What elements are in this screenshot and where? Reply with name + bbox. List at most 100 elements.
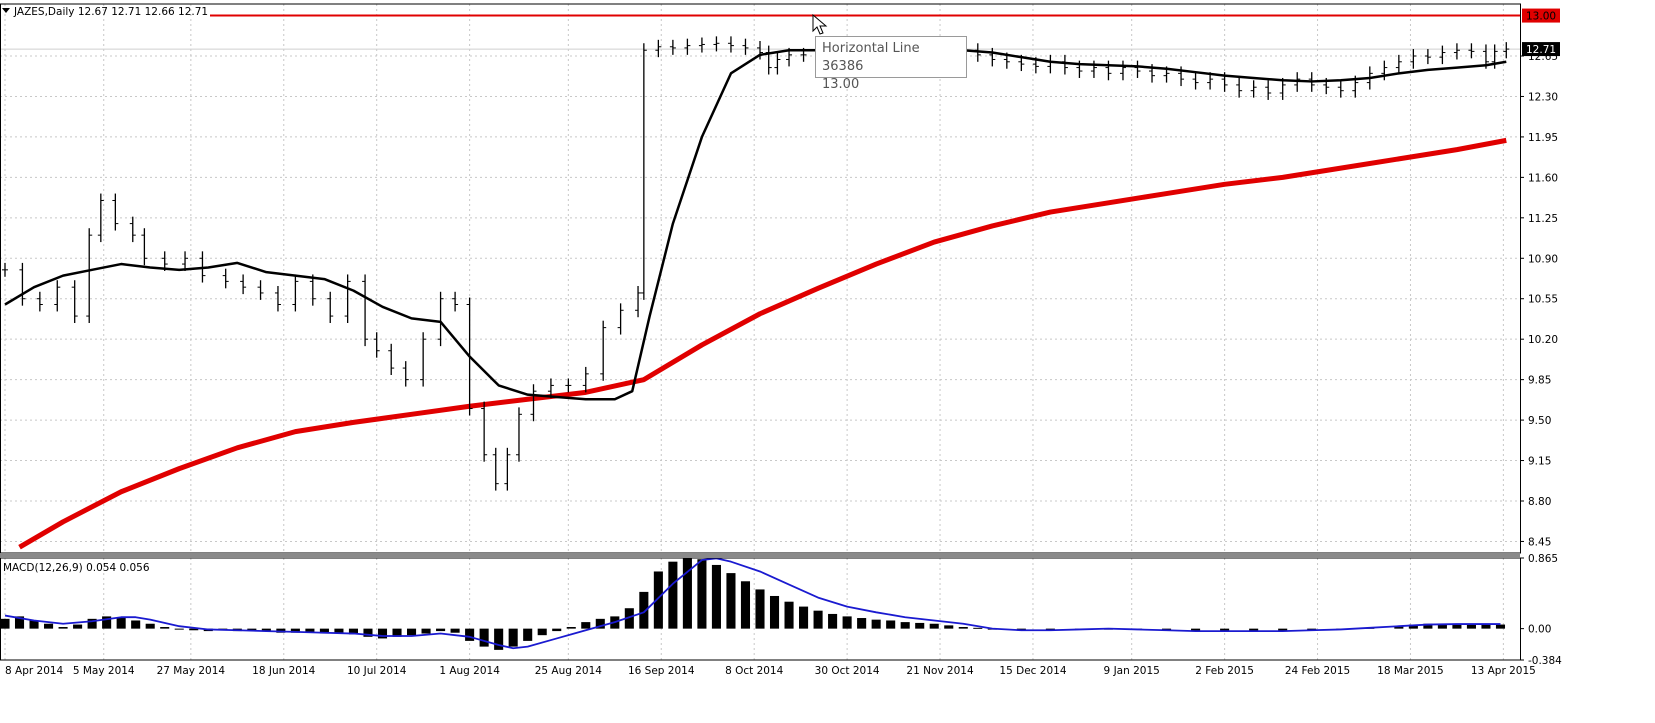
macd-histogram-bar: [726, 573, 736, 629]
tooltip-value: 13.00: [822, 77, 860, 92]
y-tick-label: 10.55: [1528, 294, 1558, 306]
axes: 8 Apr 2014 5 May 2014 27 May 2014 18 Jun 20…: [0, 3, 1562, 677]
macd-histogram-bar: [1495, 624, 1506, 629]
macd-histogram-bar: [116, 617, 126, 629]
sma-fast-line: [4, 46, 1507, 401]
macd-histogram-bar: [697, 559, 707, 629]
macd-histogram-bar: [958, 627, 968, 629]
macd-histogram-bar: [465, 628, 475, 641]
y-tick-label: 12.30: [1528, 91, 1558, 103]
mouse-cursor-icon: [812, 14, 828, 35]
macd-histogram-bar: [334, 628, 344, 633]
macd-histogram-bar: [407, 628, 417, 636]
current-price-label: 12.71: [1526, 44, 1556, 56]
y-tick-label: 9.85: [1528, 375, 1551, 387]
macd-histogram-bar: [900, 622, 910, 629]
macd-histogram-bar: [1481, 624, 1491, 629]
sma-slow-layer: [18, 137, 1507, 550]
macd-histogram-bar: [915, 622, 925, 629]
macd-histogram-bar: [377, 628, 388, 639]
macd-histogram-bar: [494, 628, 504, 650]
macd-histogram-bar: [0, 618, 10, 629]
x-tick-label: 27 May 2014: [157, 665, 226, 677]
y-tick-label: 10.20: [1528, 334, 1558, 346]
x-tick-label: 30 Oct 2014: [815, 665, 880, 677]
x-tick-label: 25 Aug 2014: [535, 665, 603, 677]
macd-histogram-bar: [842, 616, 852, 629]
x-tick-label: 8 Oct 2014: [725, 665, 784, 677]
macd-histogram-bar: [44, 623, 54, 629]
y-tick-label: 10.90: [1528, 253, 1558, 265]
macd-histogram-bar: [944, 625, 954, 629]
horizontal-line-price-label: 13.00: [1526, 11, 1556, 23]
macd-y-tick-label: -0.384: [1528, 655, 1562, 667]
macd-histogram-bar: [886, 620, 896, 629]
macd-histogram-bar: [436, 628, 446, 632]
sma-slow-line: [18, 137, 1507, 550]
macd-signal-line: [4, 557, 1501, 650]
y-tick-label: 11.25: [1528, 213, 1558, 225]
macd-y-tick-label: 0.00: [1528, 624, 1551, 636]
sma-fast-layer: [4, 46, 1507, 401]
x-tick-label: 2 Feb 2015: [1195, 665, 1254, 677]
macd-histogram-bar: [929, 623, 939, 629]
x-tick-label: 15 Dec 2014: [999, 665, 1066, 677]
chart-title: JAZES,Daily 12.67 12.71 12.66 12.71: [13, 6, 208, 18]
macd-histogram-bar: [828, 613, 838, 629]
main-plot-frame: [0, 3, 1521, 554]
x-tick-label: 8 Apr 2014: [5, 665, 64, 677]
x-tick-label: 9 Jan 2015: [1104, 665, 1160, 677]
macd-histogram-bar: [711, 564, 721, 629]
y-tick-label: 9.15: [1528, 456, 1551, 468]
x-tick-label: 18 Mar 2015: [1377, 665, 1444, 677]
macd-histogram-bar: [755, 589, 765, 629]
y-tick-label: 9.50: [1528, 415, 1551, 427]
macd-histogram-bar: [421, 628, 431, 634]
x-tick-label: 10 Jul 2014: [347, 665, 407, 677]
tooltip-name: Horizontal Line 36386: [822, 41, 920, 74]
macd-histogram-bar: [857, 618, 867, 629]
x-tick-label: 24 Feb 2015: [1285, 665, 1350, 677]
macd-histogram-bar: [537, 628, 547, 636]
macd-histogram-bar: [813, 610, 823, 629]
macd-title: MACD(12,26,9) 0.054 0.056: [3, 562, 150, 574]
y-tick-label: 11.60: [1528, 172, 1558, 184]
macd-histogram-bar: [552, 628, 562, 632]
panel-separator: [0, 553, 1520, 558]
macd-histogram-bar: [769, 595, 780, 629]
chart-svg: 8 Apr 2014 5 May 2014 27 May 2014 18 Jun 20…: [0, 3, 1562, 677]
x-tick-label: 21 Nov 2014: [906, 665, 974, 677]
macd-histogram-bar: [668, 561, 678, 629]
macd-histogram-bar: [973, 627, 983, 629]
macd-layer: [0, 557, 1506, 650]
x-tick-label: 13 Apr 2015: [1471, 665, 1536, 677]
x-tick-label: 1 Aug 2014: [439, 665, 500, 677]
macd-histogram-bar: [145, 623, 155, 629]
macd-histogram-bar: [523, 628, 533, 641]
dropdown-triangle-icon: [2, 8, 10, 13]
macd-histogram-bar: [58, 627, 68, 629]
grid: [0, 4, 1520, 660]
chart-area[interactable]: 8 Apr 2014 5 May 2014 27 May 2014 18 Jun 20…: [0, 0, 1655, 718]
macd-histogram-bar: [799, 606, 809, 629]
macd-histogram-bar: [160, 627, 170, 629]
macd-histogram-bar: [131, 620, 141, 629]
x-tick-label: 16 Sep 2014: [628, 665, 695, 677]
x-tick-label: 5 May 2014: [73, 665, 135, 677]
macd-histogram-bar: [566, 627, 576, 629]
macd-histogram-bar: [450, 628, 460, 633]
y-tick-label: 8.80: [1528, 496, 1551, 508]
x-tick-label: 18 Jun 2014: [252, 665, 315, 677]
macd-histogram-bar: [479, 628, 489, 647]
y-tick-label: 11.95: [1528, 132, 1558, 144]
macd-histogram-bar: [784, 601, 794, 629]
macd-histogram-bar: [73, 624, 83, 629]
macd-histogram-bar: [581, 622, 591, 629]
y-tick-label: 8.45: [1528, 536, 1551, 548]
horizontal-line-tooltip: Horizontal Line 36386 13.00: [815, 36, 967, 92]
macd-histogram-bar: [740, 581, 751, 629]
macd-histogram-bar: [174, 628, 184, 630]
macd-histogram-bar: [871, 619, 881, 629]
macd-y-tick-label: 0.865: [1528, 553, 1558, 565]
macd-histogram-bar: [508, 628, 518, 647]
